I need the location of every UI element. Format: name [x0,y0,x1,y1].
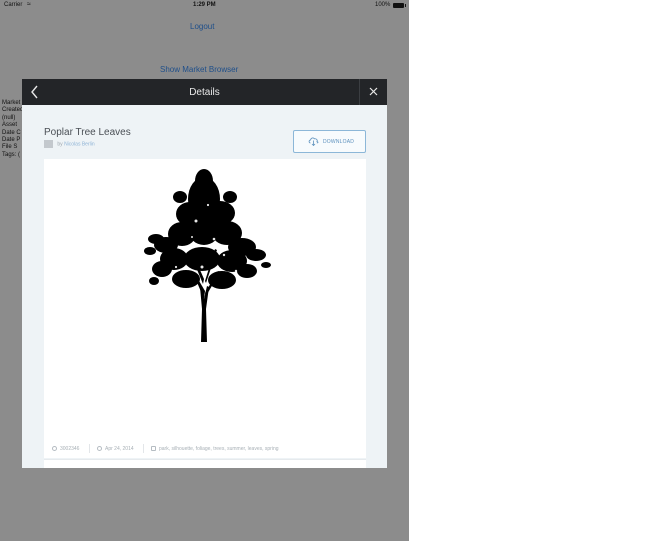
status-bar: Carrier ≈ 1:29 PM 100% [0,0,409,12]
battery-percentage: 100% [375,2,391,8]
date-value: Apr 24, 2014 [105,446,134,452]
meta-line: File S [2,144,18,151]
meta-line: Created [2,107,24,114]
tree-silhouette-image [144,169,271,342]
show-market-browser-button[interactable]: Show Market Browser [160,65,238,74]
asset-metadata-list: Market Created (null) Asset Date C Date … [2,100,23,159]
close-icon [369,87,378,96]
tag-icon [151,446,156,452]
file-id: 3002346 [52,446,79,452]
tags: park, silhouette, foliage, trees, summer… [151,446,279,452]
date: Apr 24, 2014 [97,446,134,452]
download-button[interactable]: DOWNLOAD [293,130,366,153]
details-modal: Details Poplar Tree Leaves by Nicolas Be… [22,79,387,468]
logout-button[interactable]: Logout [190,22,214,31]
close-button[interactable] [359,79,387,105]
file-id-value: 3002346 [60,446,80,452]
asset-card: 3002346 Apr 24, 2014 park, silhouette, f… [44,159,366,460]
meta-line: Tags: ( [2,151,21,158]
wifi-icon: ≈ [27,1,31,8]
meta-line: (null) [2,114,16,121]
clock-icon [97,446,102,452]
meta-separator [143,444,144,453]
carrier-label: Carrier [4,2,23,8]
meta-line: Date P [2,137,21,144]
lower-card [44,460,366,468]
modal-title: Details [189,87,220,98]
meta-line: Date C [2,129,21,136]
cloud-download-icon [308,137,319,146]
asset-meta-row: 3002346 Apr 24, 2014 park, silhouette, f… [44,440,366,459]
avatar [44,140,53,148]
blank-area [409,0,672,541]
modal-header: Details [22,79,387,105]
download-label: DOWNLOAD [323,139,355,145]
byline-prefix: by [57,141,63,148]
ipad-screen: Carrier ≈ 1:29 PM 100% Logout Show Marke… [0,0,409,541]
battery-icon [393,3,406,8]
tags-value[interactable]: park, silhouette, foliage, trees, summer… [159,446,279,452]
byline: by Nicolas Berlin [44,140,95,148]
meta-line: Asset [2,122,18,129]
meta-line: Market [2,100,21,106]
info-icon [52,446,57,452]
author-link[interactable]: Nicolas Berlin [64,141,95,147]
asset-preview-image[interactable] [44,159,366,359]
clock: 1:29 PM [193,2,216,8]
asset-title: Poplar Tree Leaves [44,127,131,138]
meta-separator [89,444,90,453]
